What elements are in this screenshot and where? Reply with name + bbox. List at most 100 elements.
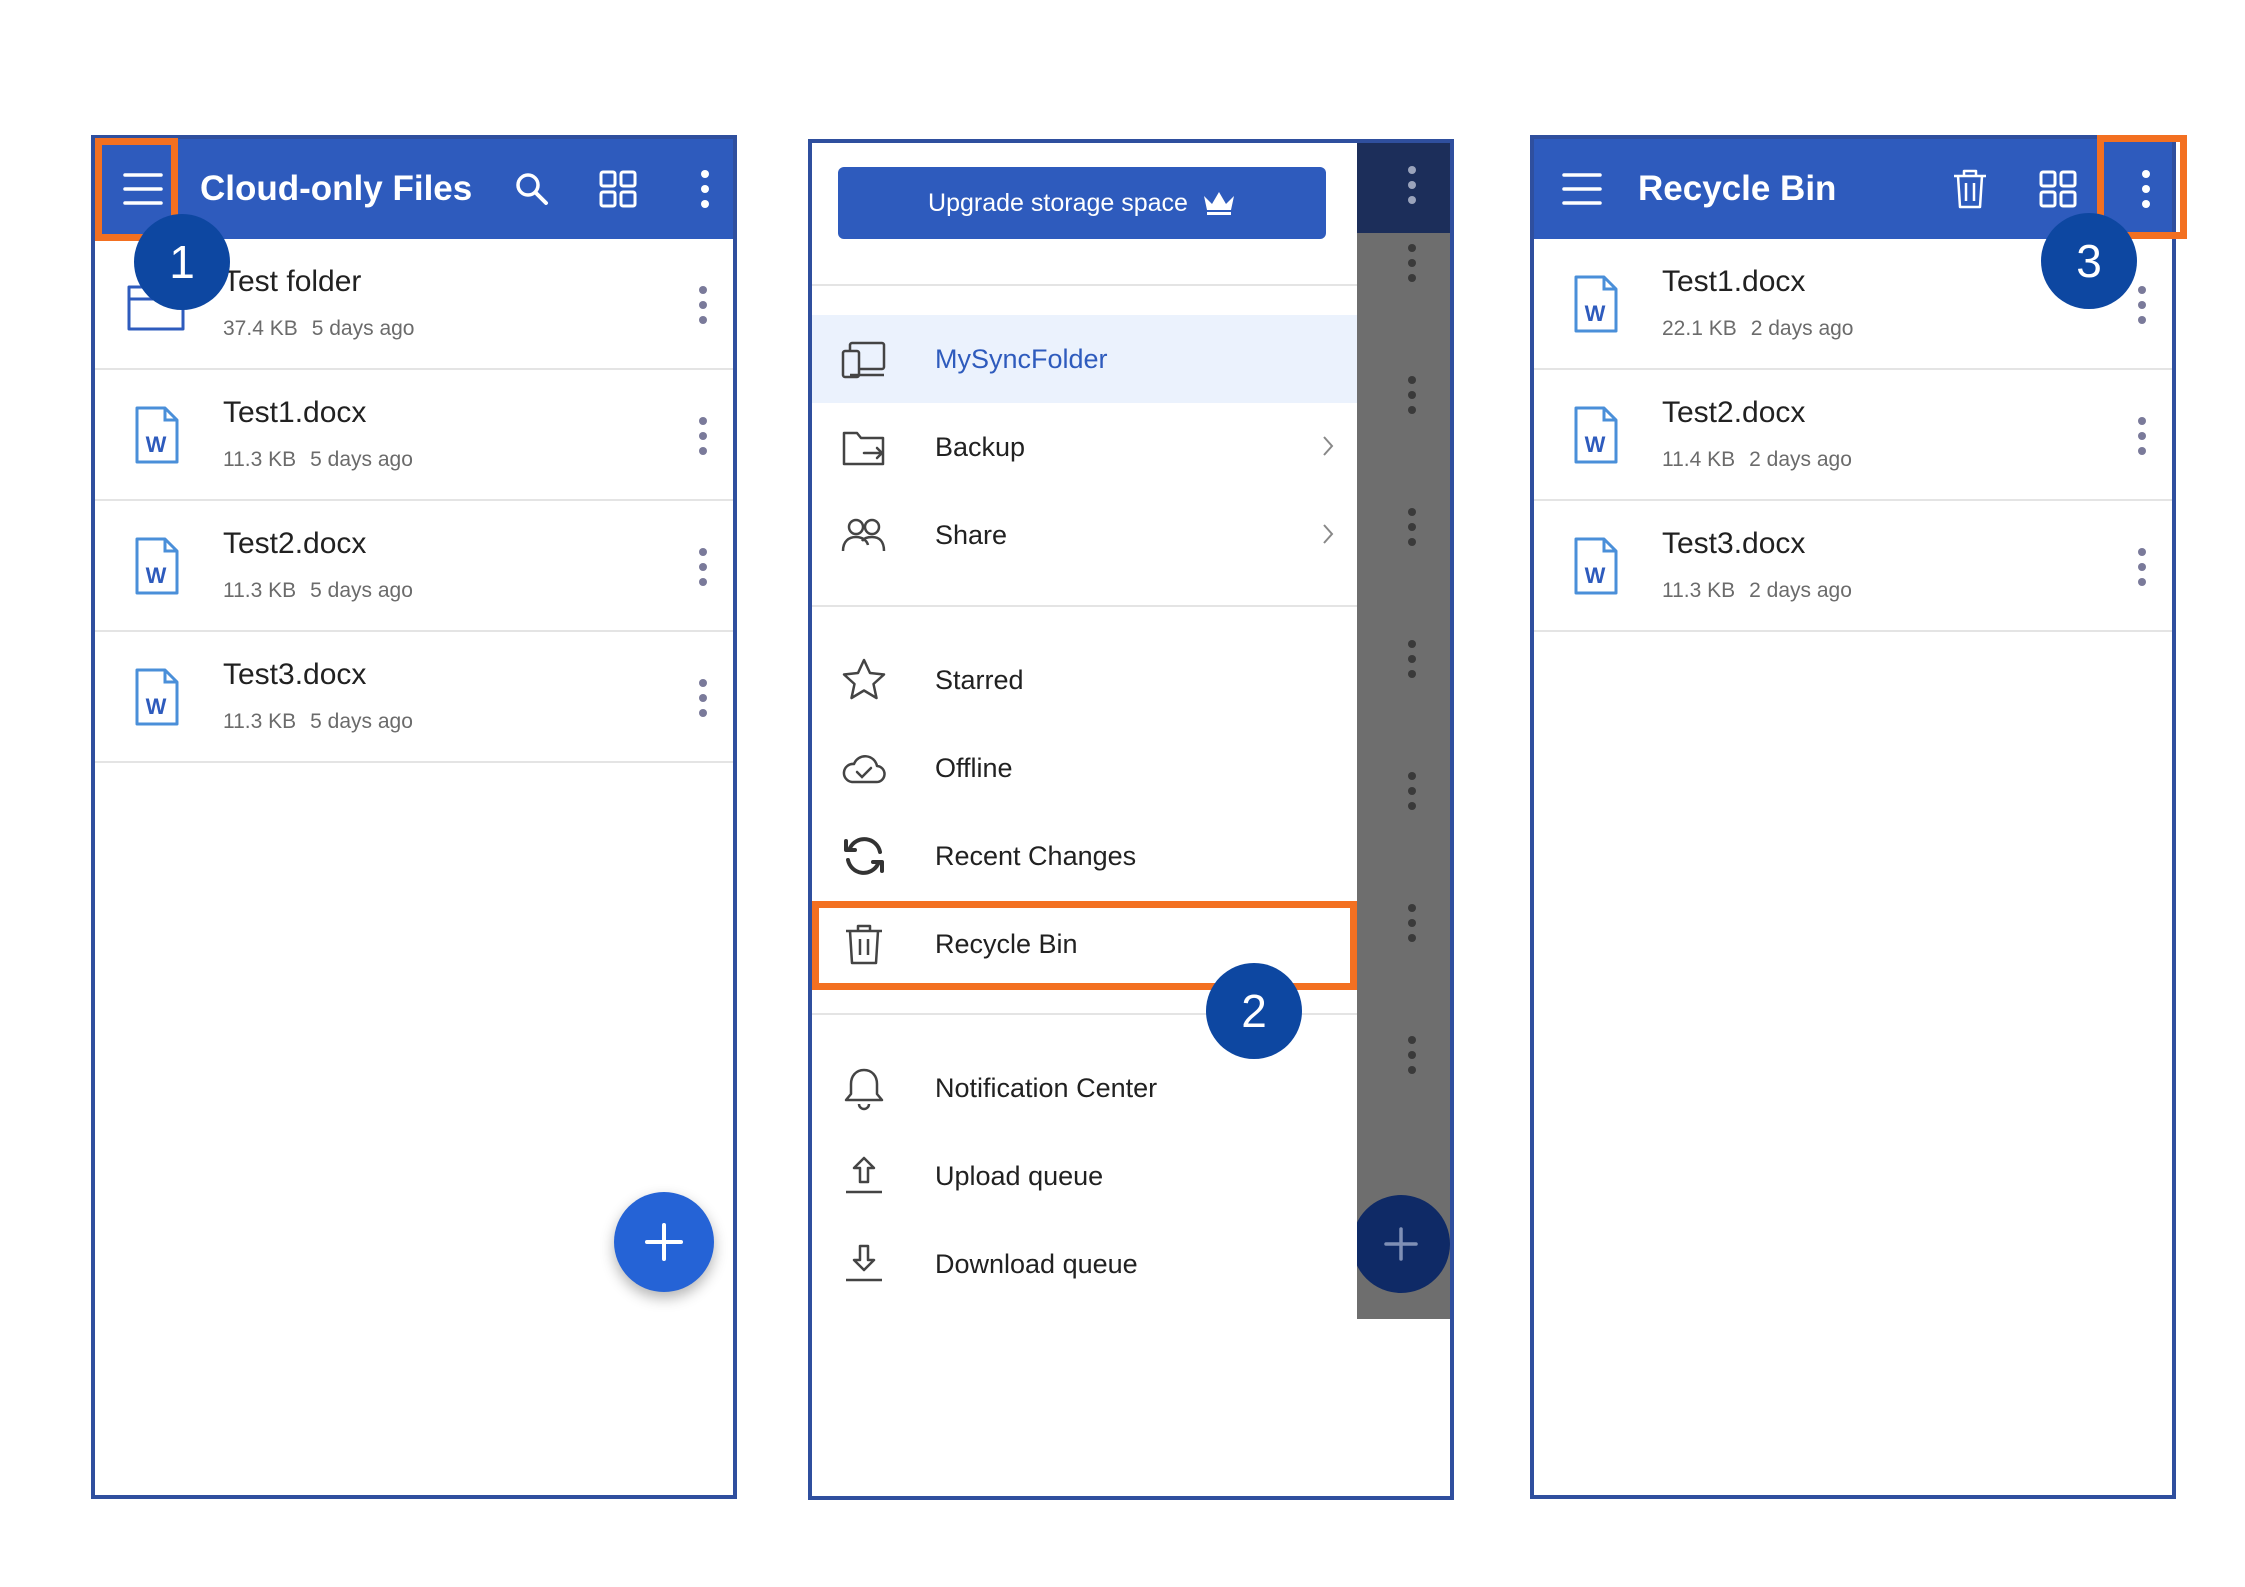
grid-view-button[interactable] — [588, 159, 648, 219]
menu-item-label: Backup — [935, 432, 1026, 462]
menu-item-label: MySyncFolder — [935, 344, 1108, 374]
menu-item-share[interactable]: Share — [812, 491, 1357, 579]
navigation-drawer: Upgrade storage space MySyncFolder Backu… — [812, 143, 1357, 1496]
chevron-right-icon — [1323, 524, 1334, 544]
grid-view-button[interactable] — [2028, 159, 2088, 219]
step-badge-2: 2 — [1206, 963, 1302, 1059]
trash-icon — [1954, 169, 1986, 209]
more-vert-icon — [1408, 244, 1416, 282]
more-vert-icon — [1408, 508, 1416, 546]
more-vert-icon — [2138, 417, 2146, 455]
file-row-test3[interactable]: W Test3.docx 11.3 KB 2 days ago — [1534, 501, 2172, 632]
menu-item-recent-changes[interactable]: Recent Changes — [812, 812, 1357, 900]
file-row-test2[interactable]: W Test2.docx 11.3 KB 5 days ago — [95, 501, 733, 632]
grid-view-icon — [2039, 170, 2077, 208]
more-vert-icon — [699, 548, 707, 586]
more-vert-icon — [701, 170, 709, 208]
menu-item-notification-center[interactable]: Notification Center — [812, 1044, 1357, 1132]
phone-screen-navigation-drawer: Upgrade storage space MySyncFolder Backu… — [808, 139, 1454, 1500]
file-row-test3[interactable]: W Test3.docx 11.3 KB 5 days ago — [95, 632, 733, 763]
file-meta: 11.3 KB 5 days ago — [223, 448, 413, 471]
menu-icon — [1562, 173, 1602, 205]
row-more-button[interactable] — [2124, 406, 2160, 466]
svg-text:W: W — [146, 694, 167, 719]
more-vert-icon — [1408, 904, 1416, 942]
search-button[interactable] — [502, 159, 562, 219]
phone-screen-recycle-bin: Recycle Bin W Test1.docx 22.1 KB 2 days a… — [1530, 135, 2176, 1499]
backup-icon — [842, 431, 885, 466]
sync-folder-icon — [841, 341, 886, 379]
menu-item-upload-queue[interactable]: Upload queue — [812, 1132, 1357, 1220]
divider — [812, 605, 1357, 607]
word-file-icon: W — [1574, 406, 1618, 464]
menu-item-label: Share — [935, 520, 1008, 550]
svg-text:W: W — [146, 563, 167, 588]
add-fab-button[interactable] — [614, 1192, 714, 1292]
svg-text:W: W — [1585, 563, 1606, 588]
more-vert-icon — [1408, 640, 1416, 678]
upload-icon — [846, 1156, 882, 1194]
more-options-button[interactable] — [675, 159, 733, 219]
grid-view-icon — [599, 170, 637, 208]
row-more-button[interactable] — [685, 406, 721, 466]
dimmed-fab — [1352, 1195, 1450, 1293]
more-vert-icon — [699, 679, 707, 717]
more-vert-icon — [2138, 286, 2146, 324]
more-vert-icon — [2138, 548, 2146, 586]
more-vert-icon — [1408, 376, 1416, 414]
menu-item-label: Download queue — [935, 1249, 1138, 1279]
more-vert-icon — [1408, 166, 1416, 204]
file-meta: 11.3 KB 2 days ago — [1662, 579, 1852, 602]
row-more-button[interactable] — [685, 275, 721, 335]
file-meta: 11.3 KB 5 days ago — [223, 710, 413, 733]
plus-icon — [1384, 1227, 1418, 1261]
cloud-check-icon — [842, 755, 886, 784]
empty-bin-button[interactable] — [1940, 159, 2000, 219]
file-name: Test3.docx — [1662, 527, 1806, 560]
dimmed-app-bar — [1357, 143, 1450, 233]
divider — [812, 284, 1357, 286]
file-name: Test folder — [223, 265, 362, 298]
plus-icon — [645, 1223, 683, 1261]
svg-text:W: W — [1585, 432, 1606, 457]
file-row-test1[interactable]: W Test1.docx 11.3 KB 5 days ago — [95, 370, 733, 501]
bell-icon — [844, 1068, 884, 1111]
upgrade-storage-button[interactable]: Upgrade storage space — [838, 167, 1326, 239]
page-title: Recycle Bin — [1638, 169, 1837, 208]
file-name: Test1.docx — [1662, 265, 1806, 298]
menu-item-starred[interactable]: Starred — [812, 636, 1357, 724]
upgrade-label: Upgrade storage space — [928, 188, 1188, 217]
file-meta: 11.4 KB 2 days ago — [1662, 448, 1852, 471]
word-file-icon: W — [1574, 275, 1618, 333]
menu-item-label: Recent Changes — [935, 841, 1137, 871]
refresh-icon — [844, 837, 884, 875]
more-vert-icon — [1408, 772, 1416, 810]
menu-item-mysyncfolder[interactable]: MySyncFolder — [812, 315, 1357, 403]
star-icon — [842, 658, 886, 700]
row-more-button[interactable] — [685, 537, 721, 597]
scrim-overlay[interactable] — [1352, 143, 1450, 1319]
step-badge-3: 3 — [2041, 213, 2137, 309]
menu-button[interactable] — [1552, 159, 1612, 219]
file-name: Test2.docx — [1662, 396, 1806, 429]
search-icon — [516, 173, 548, 205]
word-file-icon: W — [135, 668, 179, 726]
menu-item-offline[interactable]: Offline — [812, 724, 1357, 812]
file-row-test2[interactable]: W Test2.docx 11.4 KB 2 days ago — [1534, 370, 2172, 501]
file-meta: 37.4 KB 5 days ago — [223, 317, 415, 340]
file-name: Test2.docx — [223, 527, 367, 560]
crown-icon — [1203, 192, 1234, 215]
row-more-button[interactable] — [2124, 537, 2160, 597]
menu-item-download-queue[interactable]: Download queue — [812, 1220, 1357, 1308]
svg-text:W: W — [146, 432, 167, 457]
file-name: Test3.docx — [223, 658, 367, 691]
more-vert-icon — [699, 286, 707, 324]
menu-item-label: Notification Center — [935, 1073, 1158, 1103]
menu-item-backup[interactable]: Backup — [812, 403, 1357, 491]
share-people-icon — [841, 518, 886, 552]
more-vert-icon — [1408, 1036, 1416, 1074]
row-more-button[interactable] — [685, 668, 721, 728]
more-vert-icon — [699, 417, 707, 455]
file-name: Test1.docx — [223, 396, 367, 429]
menu-item-label: Starred — [935, 665, 1024, 695]
